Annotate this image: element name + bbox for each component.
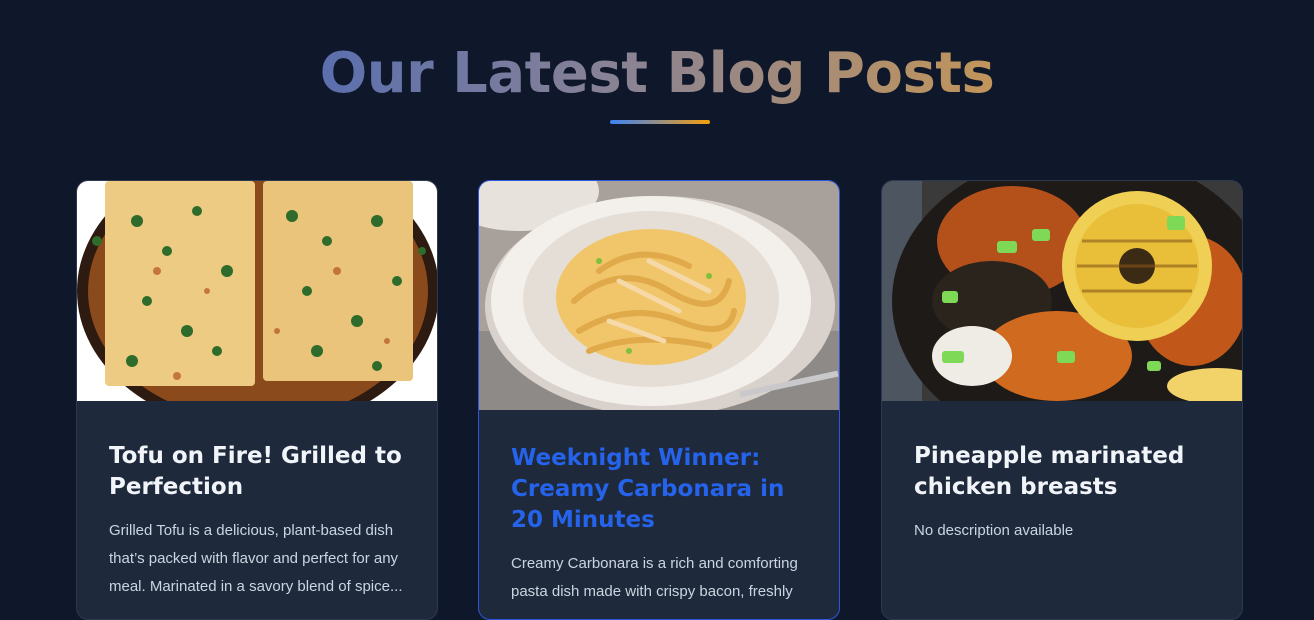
post-description: Grilled Tofu is a delicious, plant-based… [109,522,403,595]
blog-card-image[interactable] [882,181,1242,401]
post-title[interactable]: Weeknight Winner: Creamy Carbonara in 20… [511,443,807,536]
blog-card-tofu[interactable]: Tofu on Fire! Grilled to Perfection Gril… [76,180,438,620]
pineapple-chicken-image [882,181,1242,401]
blog-card-image[interactable] [77,181,437,401]
blog-card-carbonara[interactable]: Weeknight Winner: Creamy Carbonara in 20… [478,180,840,620]
carbonara-image [479,181,839,410]
post-title[interactable]: Tofu on Fire! Grilled to Perfection [109,441,405,503]
blog-card-image[interactable] [479,181,839,410]
post-description: No description available [914,522,1074,539]
title-underline [610,120,710,124]
post-title[interactable]: Pineapple marinated chicken breasts [914,441,1210,503]
grilled-tofu-image [77,181,437,401]
section-title: Our Latest Blog Posts [319,41,995,106]
blog-card-pineapple-chicken[interactable]: Pineapple marinated chicken breasts No d… [881,180,1243,620]
